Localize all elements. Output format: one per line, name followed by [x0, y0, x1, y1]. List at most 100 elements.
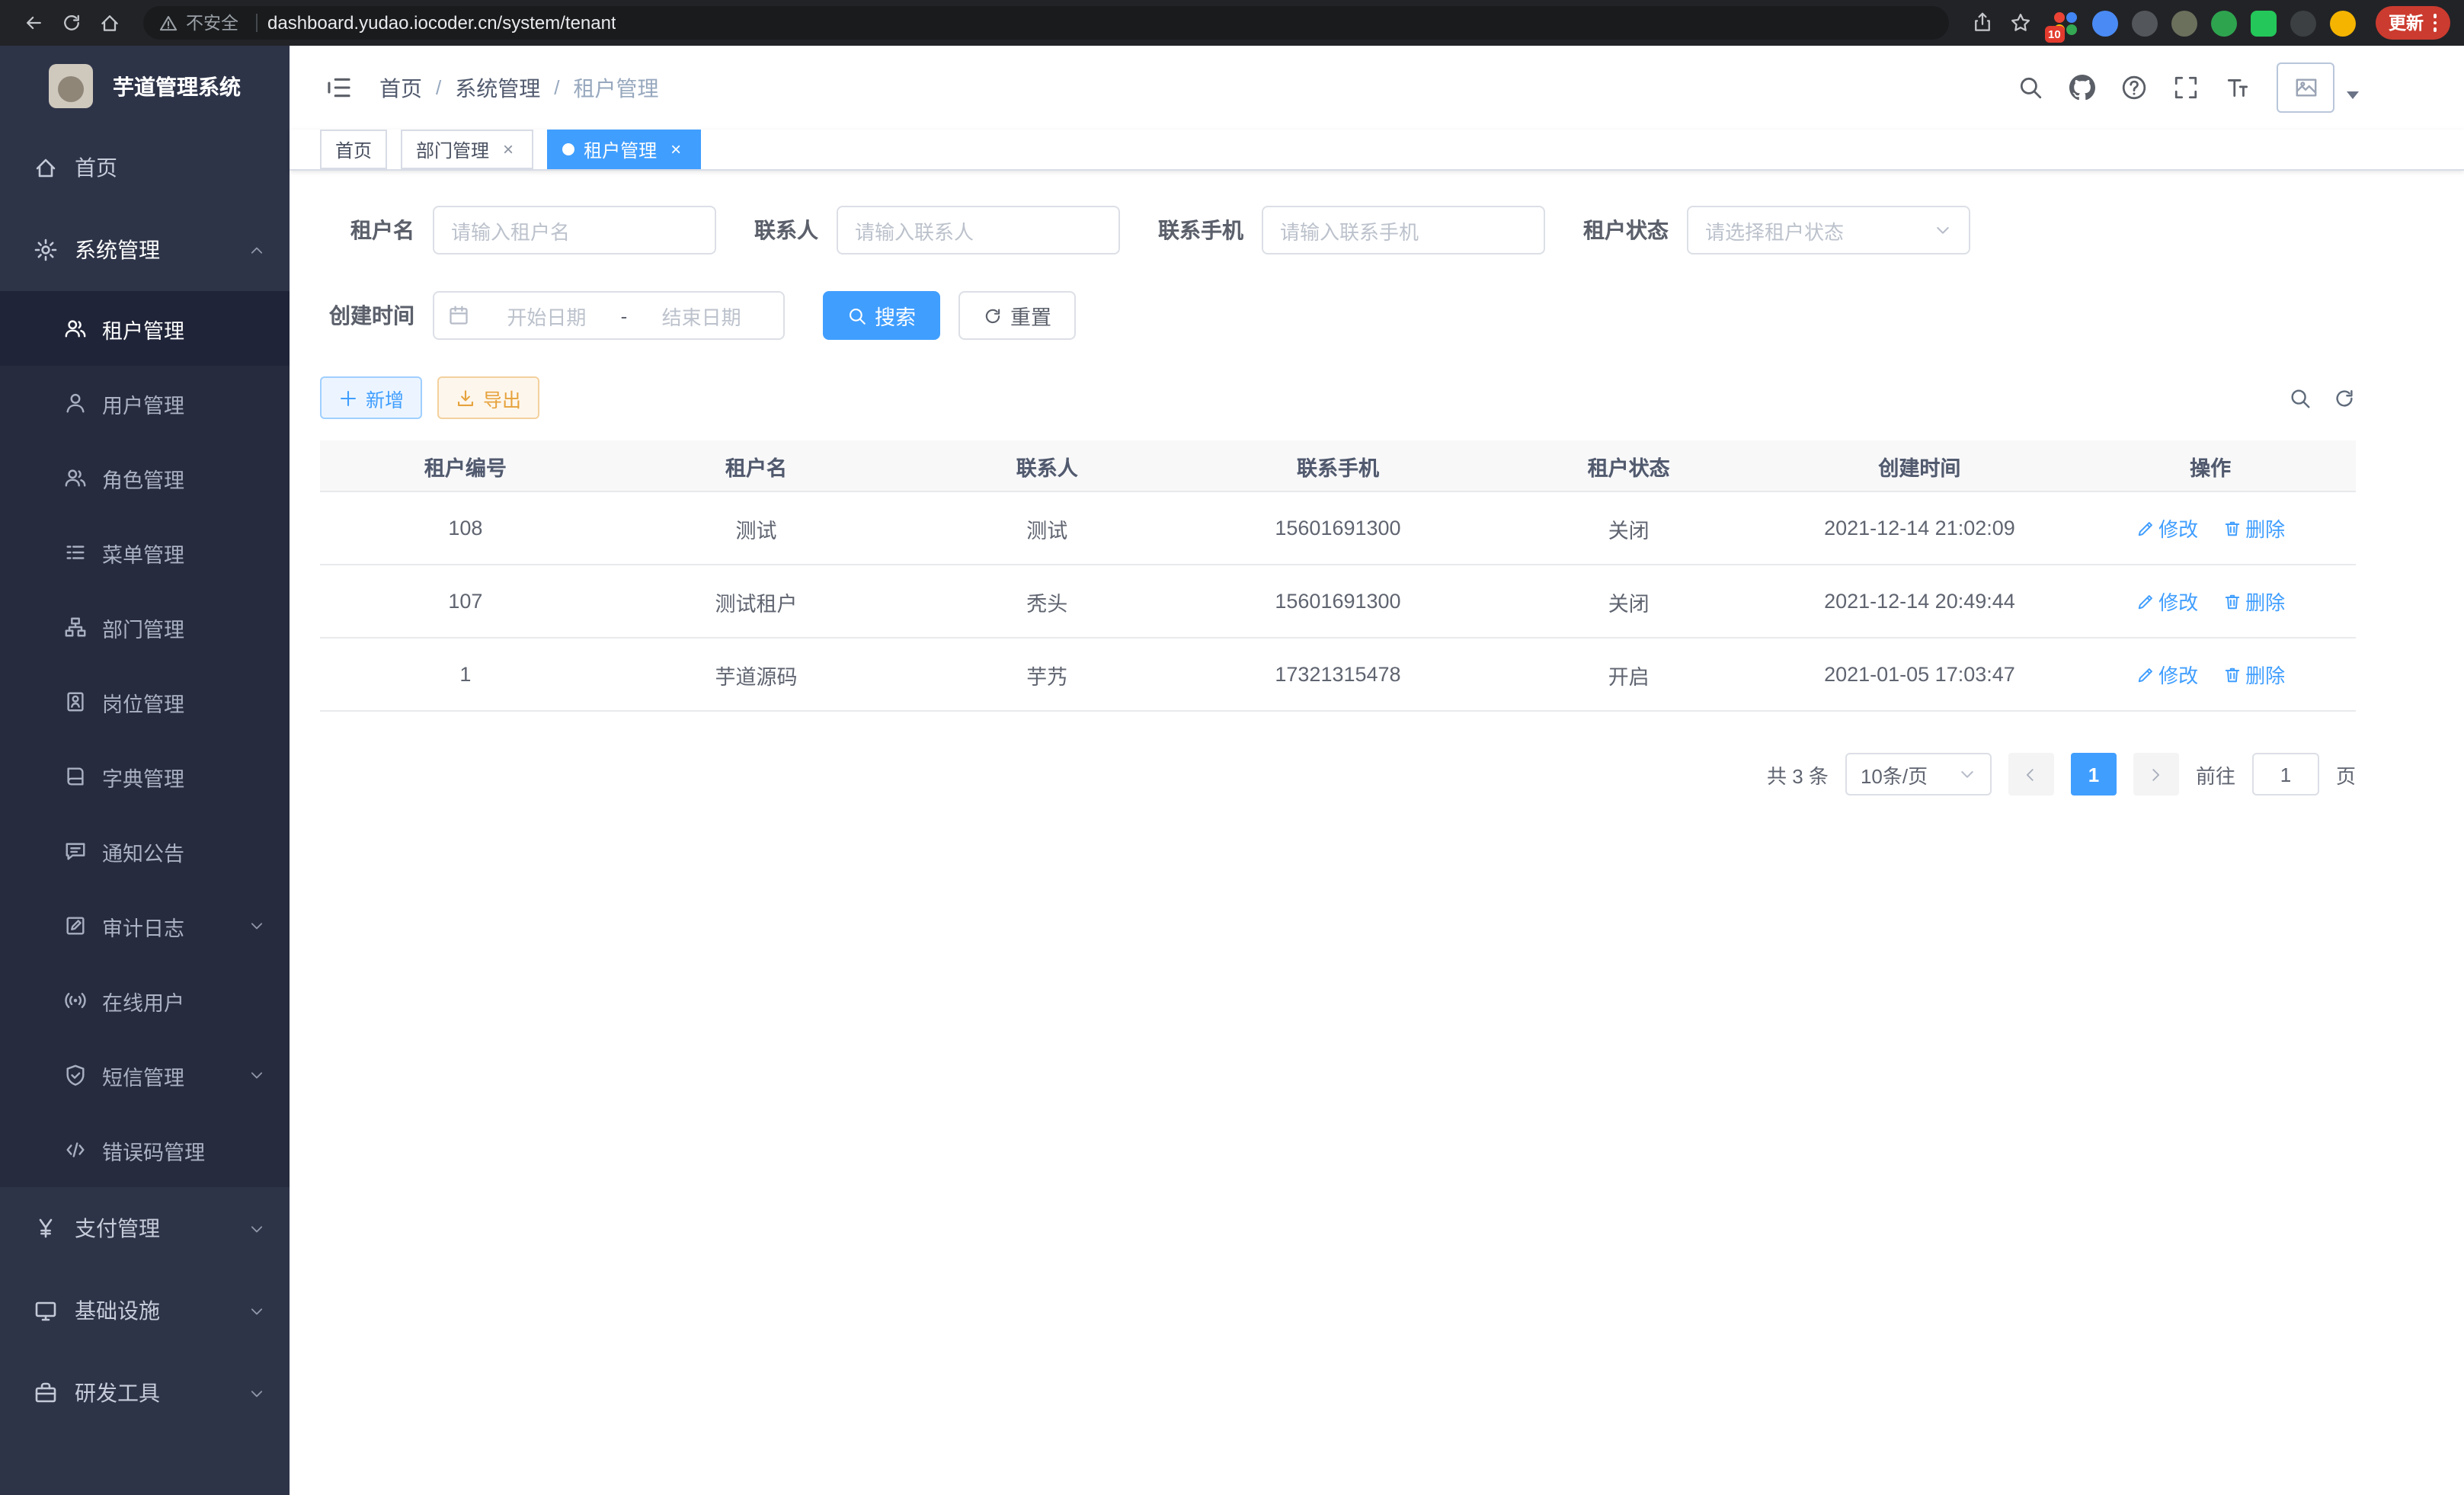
- edit-button[interactable]: 修改: [2136, 587, 2198, 616]
- delete-button[interactable]: 删除: [2222, 587, 2285, 616]
- tenant-name-input[interactable]: 请输入租户名: [433, 206, 716, 255]
- sidebar-item-notice[interactable]: 通知公告: [0, 814, 290, 888]
- prev-page-button[interactable]: [2008, 753, 2054, 796]
- back-button[interactable]: [14, 4, 52, 42]
- export-button[interactable]: 导出: [437, 376, 539, 419]
- show-search-icon[interactable]: [2289, 386, 2312, 409]
- sidebar-item-role[interactable]: 角色管理: [0, 440, 290, 515]
- reset-button[interactable]: 重置: [958, 291, 1076, 340]
- mobile-input[interactable]: 请输入联系手机: [1262, 206, 1545, 255]
- extension-icon-4[interactable]: [2171, 10, 2197, 36]
- delete-button[interactable]: 删除: [2222, 660, 2285, 689]
- sidebar-item-menu[interactable]: 菜单管理: [0, 515, 290, 590]
- cell-contact: 测试: [901, 513, 1192, 543]
- share-button[interactable]: [1963, 4, 2002, 42]
- caret-down-icon[interactable]: [2347, 91, 2359, 99]
- close-icon[interactable]: ×: [666, 139, 686, 159]
- cell-tenant-name: 测试租户: [611, 586, 902, 616]
- date-range-input[interactable]: 开始日期 - 结束日期: [433, 291, 785, 340]
- extension-icon-5[interactable]: [2210, 10, 2236, 36]
- sidebar-item-online-users[interactable]: 在线用户: [0, 963, 290, 1038]
- toolbox-icon: [34, 1381, 58, 1405]
- cell-tenant-name: 芋道源码: [611, 659, 902, 690]
- sidebar-item-label: 在线用户: [102, 985, 265, 1016]
- sidebar-item-dictionary[interactable]: 字典管理: [0, 739, 290, 814]
- page-number-button[interactable]: 1: [2071, 753, 2117, 796]
- delete-button[interactable]: 删除: [2222, 514, 2285, 543]
- bookmark-star-button[interactable]: [2002, 4, 2040, 42]
- fullscreen-icon[interactable]: [2173, 75, 2199, 101]
- sidebar-item-payment[interactable]: 支付管理: [0, 1187, 290, 1269]
- pagination-total: 共 3 条: [1767, 760, 1829, 789]
- extension-icon-2[interactable]: [2091, 10, 2117, 36]
- cell-actions: 修改 删除: [2065, 514, 2356, 543]
- extension-icon-7[interactable]: [2290, 10, 2315, 36]
- reload-button[interactable]: [52, 4, 90, 42]
- sidebar-item-user[interactable]: 用户管理: [0, 366, 290, 440]
- cell-tenant-name: 测试: [611, 513, 902, 543]
- edit-button[interactable]: 修改: [2136, 514, 2198, 543]
- column-header: 租户编号: [320, 450, 611, 481]
- extension-icon-6[interactable]: [2250, 10, 2276, 36]
- sidebar-item-label: 短信管理: [102, 1060, 248, 1090]
- page-size-select[interactable]: 10条/页: [1845, 753, 1992, 796]
- search-button[interactable]: 搜索: [823, 291, 940, 340]
- button-label: 重置: [1010, 300, 1051, 331]
- github-icon[interactable]: [2069, 75, 2095, 101]
- field-label: 租户状态: [1583, 215, 1687, 245]
- action-label: 删除: [2245, 587, 2285, 616]
- add-button[interactable]: 新增: [320, 376, 422, 419]
- address-bar[interactable]: 不安全 dashboard.yudao.iocoder.cn/system/te…: [143, 6, 1948, 40]
- sidebar-item-system[interactable]: 系统管理: [0, 209, 290, 291]
- payment-yen-icon: [34, 1216, 58, 1240]
- sidebar-item-sms[interactable]: 短信管理: [0, 1038, 290, 1112]
- contact-input[interactable]: 请输入联系人: [837, 206, 1120, 255]
- sidebar-item-department[interactable]: 部门管理: [0, 590, 290, 664]
- table-row: 1 芋道源码 芋艿 17321315478 开启 2021-01-05 17:0…: [320, 639, 2356, 712]
- tab-tenant[interactable]: 租户管理 ×: [547, 130, 701, 169]
- sidebar-item-tenant[interactable]: 租户管理: [0, 291, 290, 366]
- home-icon: [34, 155, 58, 180]
- post-badge-icon: [64, 690, 87, 713]
- sidebar-item-infrastructure[interactable]: 基础设施: [0, 1269, 290, 1352]
- action-label: 修改: [2158, 660, 2198, 689]
- extension-icon-8[interactable]: [2329, 10, 2355, 36]
- breadcrumb-item[interactable]: 系统管理: [455, 72, 540, 103]
- table-row: 107 测试租户 秃头 15601691300 关闭 2021-12-14 20…: [320, 565, 2356, 639]
- application-window: 不安全 dashboard.yudao.iocoder.cn/system/te…: [0, 0, 2464, 1495]
- sidebar-item-home[interactable]: 首页: [0, 126, 290, 209]
- extension-icon-colordots[interactable]: 10: [2052, 10, 2078, 36]
- next-page-button[interactable]: [2133, 753, 2179, 796]
- sidebar-item-error-code[interactable]: 错误码管理: [0, 1112, 290, 1187]
- column-header: 创建时间: [1774, 450, 2066, 481]
- sidebar-item-audit-log[interactable]: 审计日志: [0, 888, 290, 963]
- status-select[interactable]: 请选择租户状态: [1687, 206, 1970, 255]
- breadcrumb-item[interactable]: 首页: [379, 72, 422, 103]
- goto-page-input[interactable]: 1: [2252, 753, 2319, 796]
- sms-shield-icon: [64, 1064, 87, 1087]
- search-icon[interactable]: [2018, 75, 2043, 101]
- extension-badge: 10: [2044, 26, 2065, 42]
- cell-created: 2021-12-14 21:02:09: [1774, 517, 2066, 539]
- font-size-icon[interactable]: [2225, 75, 2251, 101]
- edit-button[interactable]: 修改: [2136, 660, 2198, 689]
- security-label: 不安全: [186, 11, 238, 35]
- browser-update-button[interactable]: 更新: [2375, 6, 2450, 40]
- refresh-table-icon[interactable]: [2333, 386, 2356, 409]
- home-button[interactable]: [90, 4, 128, 42]
- sidebar-item-label: 用户管理: [102, 388, 265, 418]
- tab-department[interactable]: 部门管理 ×: [401, 130, 533, 169]
- cell-contact: 芋艿: [901, 659, 1192, 690]
- close-icon[interactable]: ×: [498, 139, 518, 159]
- calendar-icon: [448, 305, 469, 326]
- sidebar-item-label: 审计日志: [102, 911, 248, 941]
- user-avatar[interactable]: [2277, 62, 2334, 113]
- sidebar-collapse-icon[interactable]: [325, 73, 354, 102]
- tab-home[interactable]: 首页: [320, 130, 387, 169]
- help-icon[interactable]: [2121, 75, 2147, 101]
- sidebar-item-post[interactable]: 岗位管理: [0, 664, 290, 739]
- browser-menu-icon[interactable]: [2433, 14, 2437, 32]
- sidebar-item-dev-tools[interactable]: 研发工具: [0, 1352, 290, 1434]
- extension-icon-3[interactable]: [2131, 10, 2157, 36]
- button-label: 导出: [483, 383, 521, 412]
